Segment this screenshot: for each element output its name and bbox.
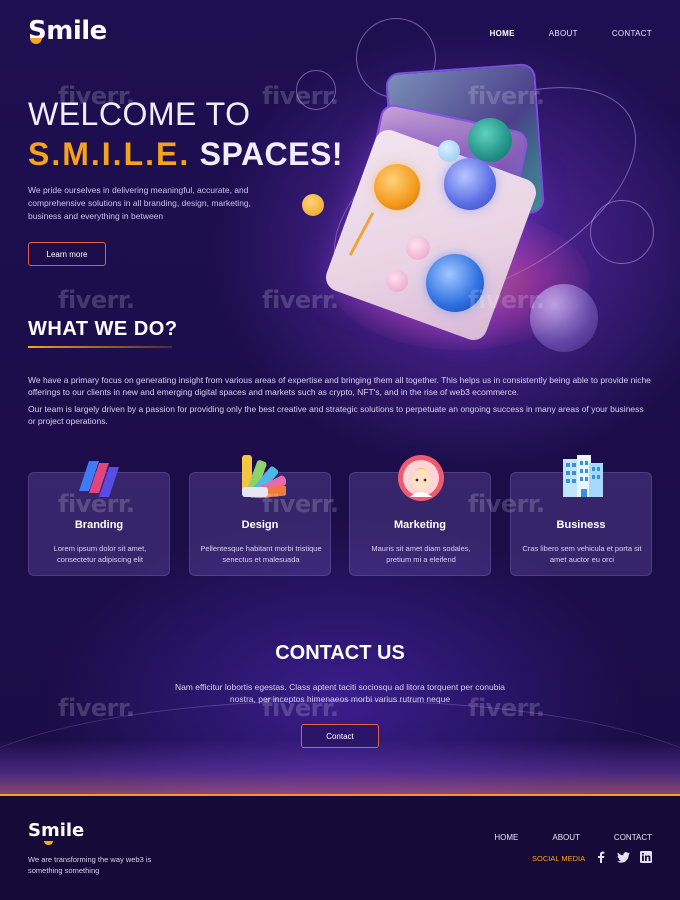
footer-nav-home[interactable]: HOME <box>494 833 518 842</box>
service-card-branding[interactable]: Branding Lorem ipsum dolor sit amet, con… <box>28 461 170 576</box>
contact-title: CONTACT US <box>275 642 405 664</box>
service-title: Marketing <box>394 519 446 531</box>
service-card-business[interactable]: Business Cras libero sem vehicula et por… <box>510 455 652 576</box>
service-text: Lorem ipsum dolor sit amet, consectetur … <box>53 544 147 564</box>
learn-more-button[interactable]: Learn more <box>28 242 106 266</box>
twitter-icon[interactable] <box>616 850 630 864</box>
watermark: fiverr. <box>58 286 135 314</box>
footer-nav-contact[interactable]: CONTACT <box>614 833 652 842</box>
hero-description: We pride ourselves in delivering meaning… <box>28 185 252 221</box>
hero-title-rest: SPACES! <box>190 136 343 172</box>
teal-sphere <box>468 118 512 162</box>
service-card-design[interactable]: Design Pellentesque habitant morbi trist… <box>189 455 331 576</box>
building-icon <box>563 455 603 497</box>
what-we-do-paragraph-1: We have a primary focus on generating in… <box>28 375 651 397</box>
footer-logo-smile-mark <box>44 841 53 845</box>
bubble-pink-small <box>386 270 408 292</box>
nav-contact[interactable]: CONTACT <box>612 29 652 38</box>
orange-planet <box>302 194 324 216</box>
tezos-coin-icon <box>426 254 484 312</box>
facebook-icon[interactable] <box>594 850 608 864</box>
nav-about[interactable]: ABOUT <box>549 29 578 38</box>
service-text: Pellentesque habitant morbi tristique se… <box>200 544 322 564</box>
social-media-label: SOCIAL MEDIA <box>532 854 586 863</box>
footer: Smile We are transforming the way web3 i… <box>0 796 680 900</box>
hero-illustration <box>290 18 680 380</box>
bubble-pink <box>406 236 430 260</box>
linkedin-icon[interactable] <box>639 850 653 864</box>
ethereum-coin-icon <box>444 158 496 210</box>
what-we-do-paragraph-2: Our team is largely driven by a passion … <box>28 404 644 426</box>
footer-logo[interactable]: Smile <box>28 820 84 841</box>
footer-tagline: We are transforming the way web3 is some… <box>28 855 152 875</box>
footer-nav: HOME ABOUT CONTACT <box>494 833 652 842</box>
footer-nav-about[interactable]: ABOUT <box>552 833 580 842</box>
hero-title-line1: WELCOME TO <box>28 96 251 132</box>
branding-icon <box>79 461 119 497</box>
contact-text: Nam efficitur lobortis egestas. Class ap… <box>174 682 506 704</box>
top-nav: HOME ABOUT CONTACT <box>490 29 652 38</box>
bitcoin-coin-icon <box>374 164 420 210</box>
service-title: Branding <box>74 519 124 531</box>
lavender-planet <box>530 284 598 352</box>
service-text: Cras libero sem vehicula et porta sit am… <box>522 544 642 564</box>
service-card-marketing[interactable]: Marketing Mauris sit amet diam sodales, … <box>349 455 491 576</box>
nav-home[interactable]: HOME <box>490 29 515 38</box>
service-title: Design <box>241 519 279 531</box>
bubble-blue <box>438 140 460 162</box>
avatar-icon <box>398 455 444 501</box>
hero-title-accent: S.M.I.L.E. <box>28 136 191 172</box>
service-text: Mauris sit amet diam sodales, pretium mi… <box>371 544 471 564</box>
palette-icon <box>242 455 286 499</box>
page: Smile HOME ABOUT CONTACT WELCOME TO S.M.… <box>0 0 680 900</box>
orbit-ring-tiny <box>296 70 336 110</box>
horizon-glow <box>0 740 680 796</box>
what-we-do-title: WHAT WE DO? <box>28 318 178 340</box>
service-title: Business <box>556 519 606 531</box>
contact-button[interactable]: Contact <box>301 724 379 748</box>
title-underline <box>28 346 172 348</box>
hero-title-line2: S.M.I.L.E. SPACES! <box>28 136 343 173</box>
